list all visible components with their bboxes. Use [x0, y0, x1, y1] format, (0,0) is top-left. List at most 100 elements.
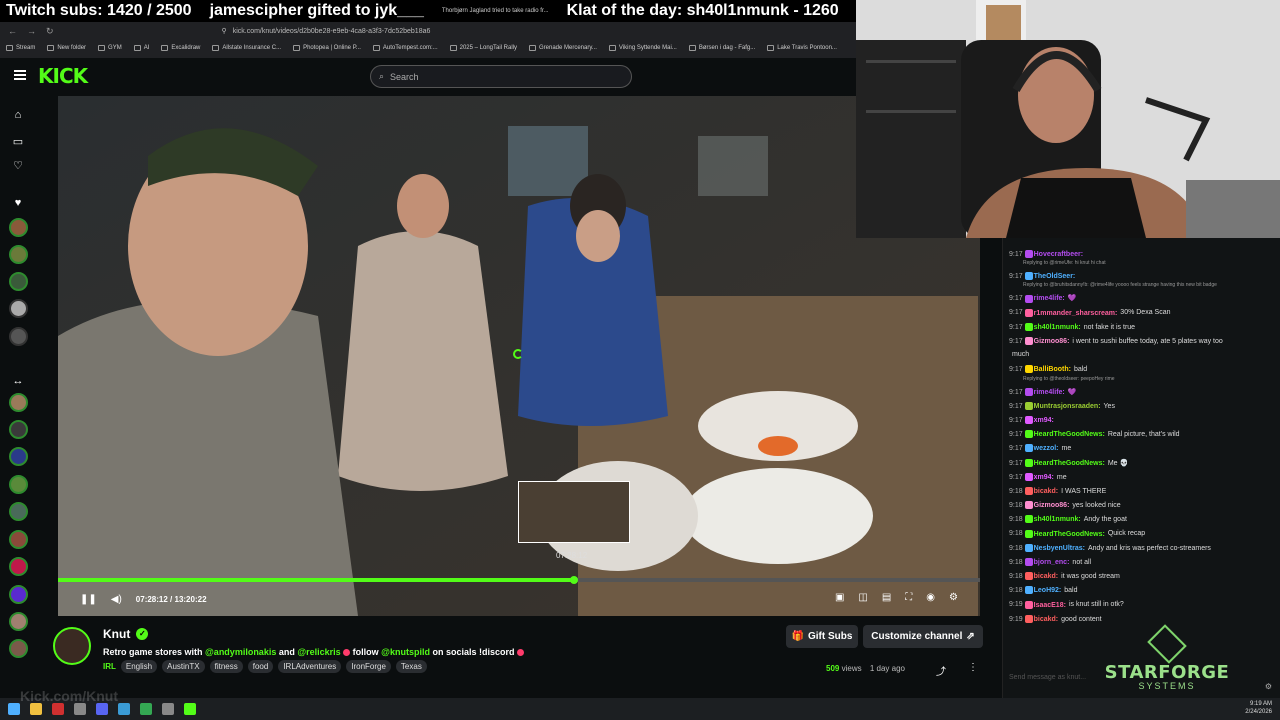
bookmark-item[interactable]: Lake Travis Pontoon... — [767, 45, 837, 51]
tag-chip[interactable]: AustinTX — [162, 660, 205, 673]
message-text: Andy the goat — [1083, 516, 1127, 524]
sidebar-avatar[interactable] — [9, 447, 28, 466]
chat-username[interactable]: bicakd: — [1034, 573, 1059, 580]
share-icon[interactable]: ⤴ — [936, 663, 946, 678]
chat-input[interactable]: Send message as knut... — [1009, 674, 1086, 681]
app-icon[interactable] — [118, 703, 130, 715]
sidebar-avatar[interactable] — [9, 393, 28, 412]
app-icon[interactable] — [74, 703, 86, 715]
chat-username[interactable]: bjorn_enc: — [1034, 559, 1070, 566]
mention-link[interactable]: @relickris — [297, 647, 340, 657]
chat-username[interactable]: bicakd: — [1034, 616, 1059, 623]
chat-username[interactable]: HeardTheGoodNews: — [1034, 460, 1105, 467]
chat-username[interactable]: HeardTheGoodNews: — [1034, 431, 1105, 438]
sidebar-avatar[interactable] — [9, 299, 28, 318]
forward-icon[interactable]: → — [27, 26, 36, 37]
chat-username[interactable]: LeoH92: — [1034, 587, 1062, 594]
search-input[interactable]: ⌕ Search — [370, 65, 632, 88]
start-icon[interactable] — [8, 703, 20, 715]
following-icon[interactable]: ♡ — [11, 159, 25, 173]
sidebar-avatar[interactable] — [9, 272, 28, 291]
sidebar-avatar[interactable] — [9, 475, 28, 494]
category-link[interactable]: IRL — [103, 662, 116, 671]
kick-logo[interactable]: KICK — [38, 64, 88, 88]
app-icon[interactable] — [162, 703, 174, 715]
chat-username[interactable]: sh40l1nmunk: — [1034, 516, 1081, 523]
bookmark-item[interactable]: AutoTempest.com:... — [372, 45, 438, 51]
chat-username[interactable]: NesbyenUltras: — [1034, 545, 1085, 552]
kick-app-icon[interactable] — [184, 703, 196, 715]
bookmark-item[interactable]: Excalidraw — [161, 45, 200, 51]
theater-icon[interactable]: ▤ — [882, 592, 891, 603]
chat-username[interactable]: BalliBooth: — [1034, 366, 1071, 373]
settings-icon[interactable]: ⚙ — [949, 592, 958, 603]
sidebar-avatar[interactable] — [9, 245, 28, 264]
browse-icon[interactable]: ▭ — [11, 135, 25, 149]
chat-username[interactable]: Gizmoo86: — [1034, 338, 1070, 345]
video-player[interactable]: 07:28:12 ❚❚ ◀) 07:28:12 / 13:20:22 ▣ ◫ ▤… — [58, 96, 980, 616]
bookmark-item[interactable]: Grenade Mercenary... — [529, 45, 597, 51]
bookmark-item[interactable]: Allstate Insurance C... — [212, 45, 281, 51]
customize-channel-button[interactable]: Customize channel ⇗ — [863, 625, 983, 648]
browser-tab[interactable]: Thorbjørn Jagland tried to take radio fr… — [442, 8, 549, 14]
chat-username[interactable]: r1mmander_sharscream: — [1034, 309, 1118, 316]
sidebar-avatar[interactable] — [9, 585, 28, 604]
pip-icon[interactable]: ▣ — [835, 592, 844, 603]
volume-icon[interactable]: ◀) — [111, 594, 122, 605]
chat-username[interactable]: Gizmoo86: — [1034, 502, 1070, 509]
menu-icon[interactable] — [14, 70, 26, 80]
chat-username[interactable]: sh40l1nmunk: — [1034, 324, 1081, 331]
channel-avatar[interactable] — [53, 627, 91, 665]
bookmark-item[interactable]: GYM — [98, 45, 122, 51]
bookmark-item[interactable]: New folder — [47, 45, 86, 51]
tag-chip[interactable]: food — [247, 660, 274, 673]
chat-username[interactable]: HeardTheGoodNews: — [1034, 530, 1105, 537]
tag-chip[interactable]: Texas — [395, 660, 427, 673]
tag-chip[interactable]: IronForge — [346, 660, 391, 673]
bookmark-item[interactable]: 2025 – LongTail Rally — [449, 45, 517, 51]
chat-message: 9:18 bicakd: it was good stream — [1009, 572, 1120, 581]
chat-username[interactable]: wezzol: — [1034, 445, 1059, 452]
settings-icon[interactable]: ⚙ — [1265, 682, 1272, 691]
reload-icon[interactable]: ↻ — [46, 26, 54, 37]
url-text[interactable]: kick.com/knut/videos/d2b0be28-e9eb-4ca8-… — [233, 28, 431, 35]
sidebar-avatar[interactable] — [9, 502, 28, 521]
chat-username[interactable]: rime4life: — [1034, 389, 1065, 396]
chat-username[interactable]: rime4life: — [1034, 295, 1065, 302]
speed-icon[interactable]: ◉ — [926, 592, 935, 603]
sidebar-avatar[interactable] — [9, 420, 28, 439]
chat-username[interactable]: xm94: — [1034, 474, 1054, 481]
app-icon[interactable] — [52, 703, 64, 715]
gift-subs-button[interactable]: 🎁 Gift Subs — [786, 625, 858, 648]
mention-link[interactable]: @knutspild — [381, 647, 430, 657]
fullscreen-icon[interactable]: ⛶ — [905, 592, 912, 603]
home-icon[interactable]: ⌂ — [11, 108, 25, 122]
sidebar-avatar[interactable] — [9, 557, 28, 576]
bookmark-item[interactable]: Photopea | Online P... — [293, 45, 361, 51]
chrome-icon[interactable] — [140, 703, 152, 715]
chat-username[interactable]: bicakd: — [1034, 488, 1059, 495]
channel-name[interactable]: Knut — [103, 627, 130, 641]
more-options-icon[interactable]: ⋮ — [968, 662, 978, 673]
chat-username[interactable]: xm94: — [1034, 417, 1054, 424]
sidebar-avatar[interactable] — [9, 218, 28, 237]
pause-icon[interactable]: ❚❚ — [80, 594, 97, 605]
tag-chip[interactable]: fitness — [209, 660, 243, 673]
chat-username[interactable]: IsaacE18: — [1034, 601, 1066, 608]
tag-chip[interactable]: IRLAdventures — [278, 660, 342, 673]
clip-icon[interactable]: ◫ — [858, 592, 867, 603]
bookmark-item[interactable]: Stream — [6, 45, 35, 51]
bookmark-item[interactable]: Viking Syttende Mai... — [608, 45, 677, 51]
bookmark-item[interactable]: AI — [133, 45, 149, 51]
mention-link[interactable]: @andymilonakis — [205, 647, 276, 657]
bookmark-item[interactable]: Børsen i dag - Fafg... — [688, 45, 755, 51]
back-icon[interactable]: ← — [8, 26, 17, 37]
explorer-icon[interactable] — [30, 703, 42, 715]
tag-chip[interactable]: English — [120, 660, 158, 673]
sidebar-avatar[interactable] — [9, 327, 28, 346]
chat-username[interactable]: TheOldSeer: — [1034, 273, 1076, 280]
sidebar-avatar[interactable] — [9, 530, 28, 549]
chat-username[interactable]: Muntrasjonsraaden: — [1034, 403, 1101, 410]
discord-icon[interactable] — [96, 703, 108, 715]
chat-username[interactable]: Hovecraftbeer: — [1034, 251, 1083, 258]
